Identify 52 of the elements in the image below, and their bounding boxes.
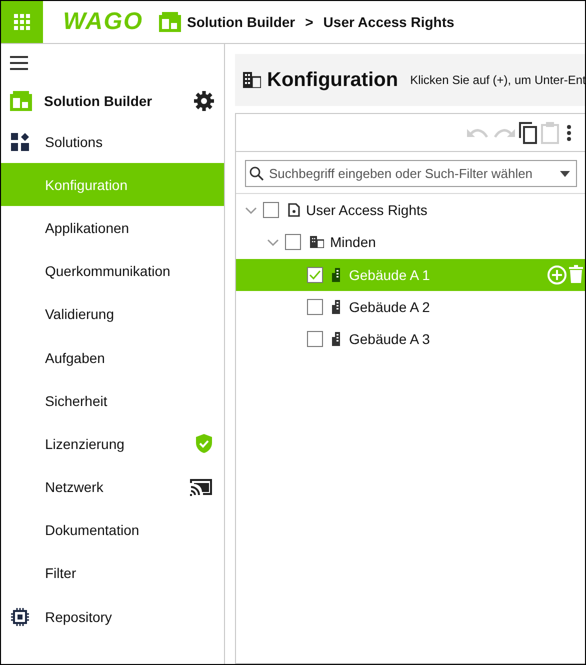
chevron-icon[interactable] — [245, 207, 257, 216]
tree-row[interactable]: Minden — [236, 226, 585, 259]
building-icon — [332, 300, 343, 314]
nav-item[interactable]: Dokumentation — [1, 508, 224, 552]
document-icon — [288, 203, 300, 218]
chip-icon — [11, 608, 29, 626]
shield-check-icon — [196, 434, 212, 454]
chevron-icon[interactable] — [267, 239, 279, 248]
building-icon — [332, 332, 343, 346]
nav-item[interactable]: Sicherheit — [1, 379, 224, 422]
tree-label: Gebäude A 1 — [349, 266, 431, 283]
tree-label: Gebäude A 2 — [349, 299, 431, 316]
settings-icon[interactable] — [194, 91, 214, 111]
apps-grid-icon — [14, 14, 30, 30]
nav-item[interactable]: Filter — [1, 552, 224, 596]
app-icon — [159, 12, 181, 32]
logo: WAGO — [63, 8, 143, 36]
nav-item[interactable]: Lizenzierung — [1, 422, 224, 466]
nav-item[interactable]: Applikationen — [1, 206, 224, 250]
checkbox[interactable] — [307, 331, 323, 348]
dropdown-icon[interactable] — [560, 170, 570, 176]
tree-label: Minden — [330, 234, 377, 250]
nav-item[interactable]: Netzwerk — [1, 466, 224, 509]
breadcrumb-item[interactable]: Solution Builder — [187, 14, 296, 30]
tree-row[interactable]: User Access Rights — [236, 194, 585, 226]
search-field[interactable]: Suchbegriff eingeben oder Such-Filter wählen — [245, 160, 577, 187]
nav-item[interactable]: Aufgaben — [1, 336, 224, 380]
checkbox[interactable] — [285, 234, 301, 250]
tree-row[interactable]: Gebäude A 3 — [236, 323, 585, 356]
menu-icon[interactable] — [10, 56, 28, 70]
nav-item[interactable]: Repository — [1, 595, 224, 638]
checkbox[interactable] — [263, 202, 279, 218]
building-icon — [332, 268, 343, 282]
cast-icon — [190, 478, 212, 496]
app-icon — [10, 91, 32, 111]
copy-button[interactable] — [519, 122, 537, 144]
search-icon — [249, 166, 264, 181]
tree-label: User Access Rights — [306, 202, 428, 218]
nav-item[interactable]: Validierung — [1, 292, 224, 336]
widgets-icon — [11, 132, 29, 151]
checkbox[interactable] — [307, 266, 323, 283]
page-title: Konfiguration — [267, 68, 398, 92]
buildings-icon — [243, 72, 261, 88]
breadcrumb-item: User Access Rights — [323, 14, 454, 30]
tree-row[interactable]: Gebäude A 2 — [236, 290, 585, 324]
buildings-icon — [310, 236, 324, 248]
breadcrumb-separator: > — [305, 14, 314, 30]
sidebar-title: Solution Builder — [44, 93, 154, 109]
nav-item[interactable]: Querkommunikation — [1, 250, 224, 293]
checkbox[interactable] — [307, 299, 323, 316]
tree-label: Gebäude A 3 — [349, 331, 431, 348]
nav-item[interactable]: Solutions — [1, 120, 224, 164]
